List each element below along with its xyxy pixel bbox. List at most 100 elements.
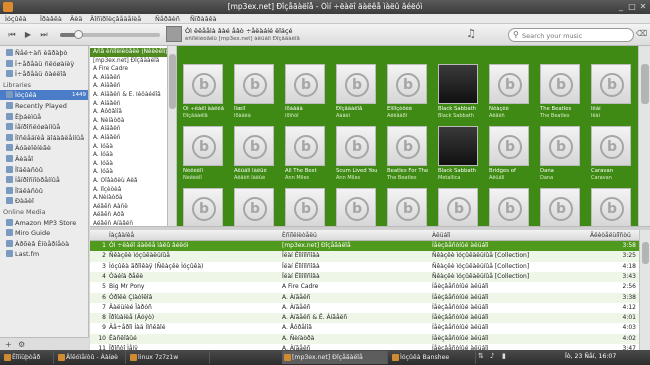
battery-icon[interactable]: ▮ bbox=[502, 352, 506, 360]
sidebar-item[interactable]: Ñåé÷àñ èãðàþò bbox=[0, 48, 88, 58]
sidebar-item[interactable]: Recently Played bbox=[0, 101, 88, 111]
sidebar-item[interactable]: Ìóçûêà 1449 bbox=[0, 90, 88, 101]
album-cover[interactable]: b bbox=[183, 64, 223, 104]
album-grid-scrollbar[interactable] bbox=[638, 46, 650, 226]
sidebar-item[interactable]: Miro Guide bbox=[0, 228, 88, 238]
album-cover[interactable]: b bbox=[285, 188, 325, 226]
sidebar-item[interactable]: Íåïðîñëóøàííûå bbox=[0, 122, 88, 132]
music-icon bbox=[6, 91, 13, 99]
album-cover[interactable]: b bbox=[285, 126, 325, 166]
scrollbar-thumb[interactable] bbox=[642, 242, 649, 264]
sidebar-item[interactable]: Î÷åðåäü ñëóøàíèÿ bbox=[0, 59, 88, 69]
taskbar-task[interactable]: [mp3ex.net] Ðîçåãàëîå bbox=[282, 351, 388, 364]
settings-icon[interactable]: ⚙ bbox=[18, 340, 25, 349]
album-cover[interactable]: b bbox=[336, 126, 376, 166]
column-artist[interactable]: Èñïîëíèòåëü bbox=[282, 232, 317, 239]
album-cover[interactable]: b bbox=[438, 64, 478, 104]
track-row[interactable]: 6 Óðîêè Çíàòîêîâ A. Àíãåëñ Íåèçâåñòíûé àëüá… bbox=[90, 292, 639, 303]
track-row[interactable]: 10 Ëàñêîâûé A. Ñèíàòðà Íåèçâåñòíûé àëüáîì 4:… bbox=[90, 333, 639, 344]
menu-view[interactable]: Âèä bbox=[70, 15, 82, 23]
taskbar-task[interactable]: Äîêóìåíòû - Áàíøè bbox=[56, 351, 126, 364]
album-cover[interactable]: b bbox=[591, 126, 631, 166]
track-row[interactable]: 2 Ñêàçêè ìóçûêàëüíûå Ïëàí Ëîìîíîñîâà Ñêàçêè… bbox=[90, 251, 639, 262]
column-title[interactable]: Íàçâàíèå bbox=[109, 232, 134, 239]
menu-tools[interactable]: Ñåðâèñ bbox=[155, 15, 180, 23]
track-row[interactable]: 5 Big Mr Pony A Fire Cadre Íåèçâåñòíûé àëüá… bbox=[90, 282, 639, 292]
volume-icon[interactable]: ♪ bbox=[490, 352, 494, 360]
album-cover[interactable]: b bbox=[183, 188, 223, 226]
menu-playback[interactable]: Âîñïðîèçâåäåíèå bbox=[90, 15, 141, 23]
menu-edit[interactable]: Ïðàâêà bbox=[40, 15, 62, 23]
sidebar-item[interactable]: Î÷åðåäü ôàéëîâ bbox=[0, 69, 88, 79]
sidebar-item[interactable]: Ïîäêàñòû bbox=[0, 165, 88, 175]
album-cover[interactable]: b bbox=[489, 64, 529, 104]
track-row[interactable]: 8 Ïðîùàíèå (Äóýò) A. Àíãåëñ & Ë. Àíãåëñ Íåè… bbox=[90, 313, 639, 324]
track-row[interactable]: 7 Äàëüíèé Ïàðóñ A. Àíãåëñ Íåèçâåñòíûé àëüáî… bbox=[90, 303, 639, 313]
album-cover[interactable]: b bbox=[438, 188, 478, 226]
album-cover[interactable]: b bbox=[336, 188, 376, 226]
close-button[interactable]: ✕ bbox=[638, 2, 648, 12]
sidebar-item[interactable]: Last.fm bbox=[0, 249, 88, 259]
album-cover[interactable]: b bbox=[285, 64, 325, 104]
album-cover[interactable]: b bbox=[540, 126, 580, 166]
scrollbar-thumb[interactable] bbox=[641, 64, 649, 104]
network-icon[interactable]: ⇅ bbox=[478, 352, 484, 360]
sidebar-item[interactable]: Amazon MP3 Store bbox=[0, 218, 88, 228]
seek-handle[interactable] bbox=[74, 30, 83, 39]
sidebar-item[interactable]: Ïîñëåäíèå äîáàâëåííûå bbox=[0, 133, 88, 143]
previous-icon[interactable]: ⏮ bbox=[6, 29, 18, 41]
search-input[interactable] bbox=[522, 30, 627, 41]
album-cover[interactable]: b bbox=[183, 126, 223, 166]
sidebar-item[interactable]: Ïîäêàñòû bbox=[0, 186, 88, 196]
column-album[interactable]: Àëüáîì bbox=[432, 232, 451, 239]
menu-media[interactable]: Ìóçûêà bbox=[5, 15, 27, 23]
sidebar-item[interactable]: Ëþáèìûå bbox=[0, 112, 88, 122]
track-row[interactable]: 9 Âå÷åðîì Íàä Ìîñêâîé A. Åôðåìîâ Íåèçâåñòíû… bbox=[90, 323, 639, 333]
menu-help[interactable]: Ñïðàâêà bbox=[190, 15, 217, 23]
track-number: 8 bbox=[102, 314, 106, 322]
taskbar-task[interactable]: Êîìïüþòåð bbox=[2, 351, 54, 364]
album-cover[interactable]: b bbox=[234, 126, 274, 166]
play-queue-icon bbox=[6, 49, 13, 56]
album-cover[interactable]: b bbox=[387, 126, 427, 166]
taskbar-task[interactable]: linux 7z7z1w bbox=[128, 351, 210, 364]
minimize-button[interactable]: _ bbox=[616, 2, 626, 12]
clear-search-icon[interactable]: ⌫ bbox=[636, 29, 647, 41]
sidebar-item[interactable]: Íåïðîñìîòðåííûå bbox=[0, 175, 88, 185]
taskbar-task[interactable]: Ìóçûêà Banshee bbox=[390, 351, 476, 364]
sidebar-item[interactable]: Âèäåî bbox=[0, 154, 88, 164]
add-source-icon[interactable]: + bbox=[5, 340, 12, 349]
maximize-button[interactable]: □ bbox=[627, 2, 637, 12]
album-cover[interactable]: b bbox=[540, 64, 580, 104]
album-cover[interactable]: b bbox=[591, 188, 631, 226]
search-box[interactable]: ⚲ bbox=[508, 28, 634, 42]
sidebar-item[interactable]: Àðõèâ Èíòåðíåòà bbox=[0, 239, 88, 249]
next-icon[interactable]: ⏭ bbox=[38, 29, 50, 41]
column-duration[interactable]: Äëèòåëüíîñòü bbox=[590, 232, 631, 239]
track-number: 3 bbox=[102, 262, 106, 270]
album-cover[interactable]: b bbox=[489, 126, 529, 166]
sidebar-item[interactable]: Àóäèîêíèãè bbox=[0, 143, 88, 153]
album-cover[interactable]: b bbox=[387, 64, 427, 104]
sidebar-item[interactable]: Ðàäèî bbox=[0, 196, 88, 206]
album-cover[interactable]: b bbox=[387, 188, 427, 226]
album-cover[interactable]: b bbox=[336, 64, 376, 104]
track-row[interactable]: 4 Òàéíà ðåêè Ïëàí Ëîìîíîñîâà Ñêàçêè ìóçûêàë… bbox=[90, 271, 639, 283]
track-list-scrollbar[interactable] bbox=[639, 230, 650, 350]
seek-slider[interactable] bbox=[60, 30, 160, 39]
banshee-logo-icon: b bbox=[294, 135, 318, 159]
album-cover[interactable]: b bbox=[540, 188, 580, 226]
album-cover[interactable]: b bbox=[489, 188, 529, 226]
album-cover[interactable]: b bbox=[438, 126, 478, 166]
album-cover[interactable]: b bbox=[234, 188, 274, 226]
play-icon[interactable]: ▶ bbox=[22, 29, 34, 41]
track-album: Ñêàçêè ìóçûêàëüíûå [Collection] bbox=[432, 262, 530, 270]
scrollbar-thumb[interactable] bbox=[169, 54, 176, 109]
album-cover[interactable]: b bbox=[591, 64, 631, 104]
sidebar-item-label: Ïîäêàñòû bbox=[15, 186, 43, 195]
track-row[interactable]: 1 Óì ÷ëàëî äàëêå ìàëû âéëóì [mp3ex.net] Ðî… bbox=[90, 241, 639, 252]
album-cover[interactable]: b bbox=[234, 64, 274, 104]
artist-browser-scrollbar[interactable] bbox=[168, 46, 177, 226]
music-note-icon[interactable]: ♫ bbox=[466, 27, 476, 41]
track-row[interactable]: 3 Ìóçûêà ãðîìêàÿ (Ñêàçêè Ìóçûêà) Ïëàí Ëîìî… bbox=[90, 262, 639, 272]
